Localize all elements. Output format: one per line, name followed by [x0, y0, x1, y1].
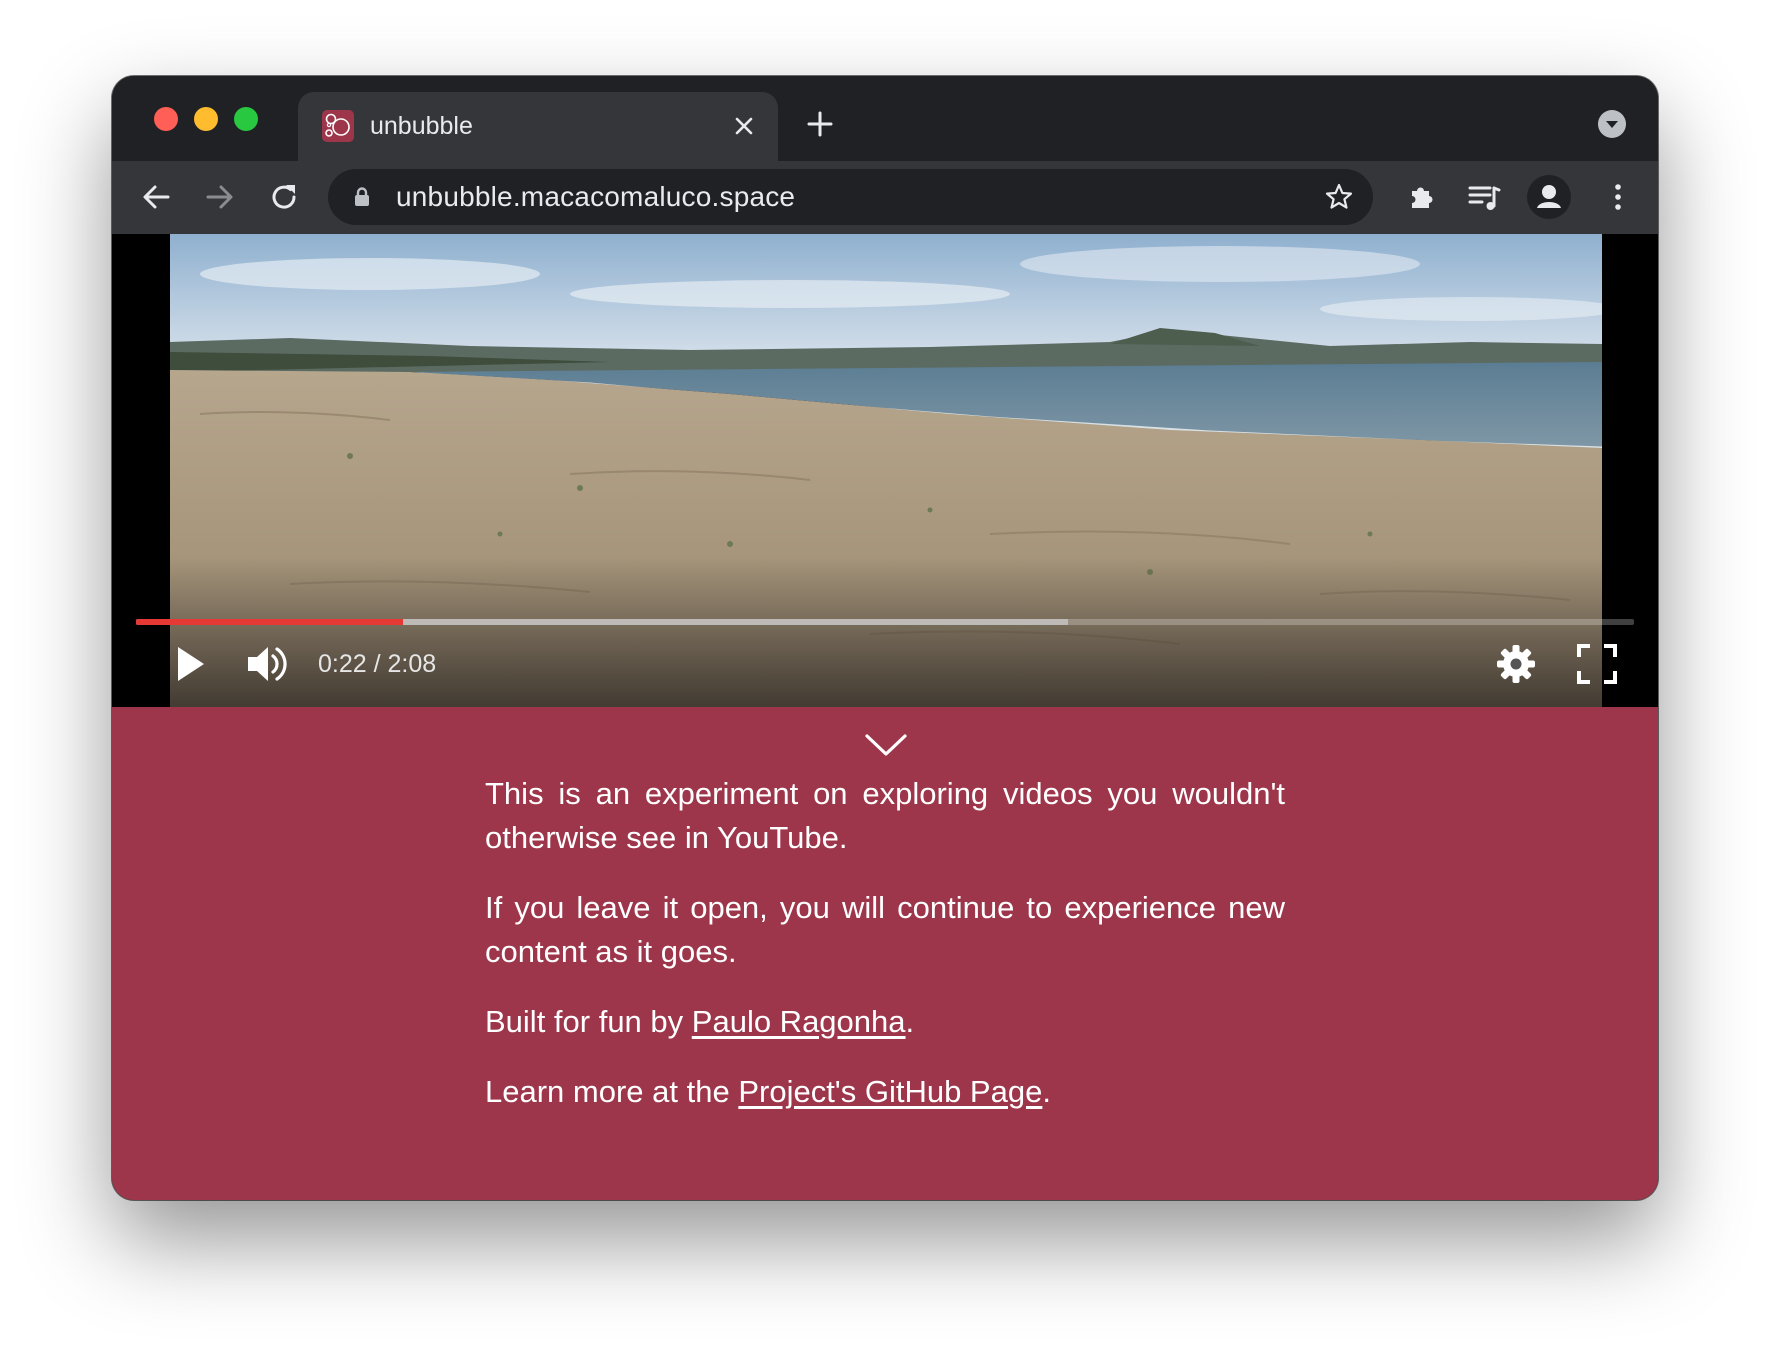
browser-toolbar: unbubble.macacomaluco.space [112, 161, 1658, 234]
extensions-puzzle-icon[interactable] [1404, 179, 1440, 215]
window-close-button[interactable] [154, 107, 178, 131]
about-paragraph-2: If you leave it open, you will continue … [485, 890, 1285, 969]
volume-icon[interactable] [244, 641, 290, 687]
tab-title: unbubble [370, 112, 473, 140]
lock-icon[interactable] [350, 185, 374, 209]
period-text: . [1042, 1074, 1051, 1109]
built-by-text: Built for fun by [485, 1004, 692, 1039]
profile-icon[interactable] [1527, 175, 1571, 219]
browser-window: unbubble unbubble.macacomaluco.space 0:2… [112, 76, 1658, 1200]
forward-arrow-icon[interactable] [202, 179, 238, 215]
video-time-display: 0:22 / 2:08 [318, 650, 437, 678]
bookmark-star-icon[interactable] [1323, 181, 1355, 213]
learn-more-text: Learn more at the [485, 1074, 739, 1109]
period-text: . [905, 1004, 915, 1039]
about-paragraph-1: This is an experiment on exploring video… [485, 776, 1285, 855]
window-maximize-button[interactable] [234, 107, 258, 131]
tab-unbubble[interactable]: unbubble [298, 92, 778, 161]
tab-search-icon[interactable] [1598, 110, 1626, 138]
close-tab-icon[interactable] [728, 110, 760, 142]
video-frame-beach[interactable] [170, 234, 1602, 707]
progress-played [136, 619, 403, 625]
about-section: This is an experiment on exploring video… [485, 772, 1285, 1140]
url-text: unbubble.macacomaluco.space [396, 181, 796, 212]
play-icon[interactable] [166, 641, 212, 687]
video-player[interactable]: 0:22 / 2:08 [112, 234, 1658, 707]
window-minimize-button[interactable] [194, 107, 218, 131]
back-arrow-icon[interactable] [138, 179, 174, 215]
tab-strip: unbubble [112, 76, 1658, 161]
media-queue-icon[interactable] [1466, 179, 1502, 215]
unbubble-logo-icon [322, 110, 354, 142]
author-link[interactable]: Paulo Ragonha [692, 1004, 906, 1039]
new-tab-icon[interactable] [804, 108, 836, 140]
page-content: 0:22 / 2:08 This is an experiment on exp… [112, 234, 1658, 1200]
about-paragraph-4: Learn more at the Project's GitHub Page. [485, 1070, 1285, 1114]
address-bar[interactable]: unbubble.macacomaluco.space [328, 169, 1373, 225]
chevron-down-icon[interactable] [863, 730, 909, 760]
fullscreen-icon[interactable] [1574, 641, 1620, 687]
about-paragraph-3: Built for fun by Paulo Ragonha. [485, 1000, 1285, 1044]
settings-gear-icon[interactable] [1493, 641, 1539, 687]
github-page-link[interactable]: Project's GitHub Page [738, 1074, 1042, 1109]
video-progress-bar[interactable] [136, 619, 1634, 625]
reload-icon[interactable] [266, 179, 302, 215]
menu-kebab-icon[interactable] [1600, 179, 1636, 215]
